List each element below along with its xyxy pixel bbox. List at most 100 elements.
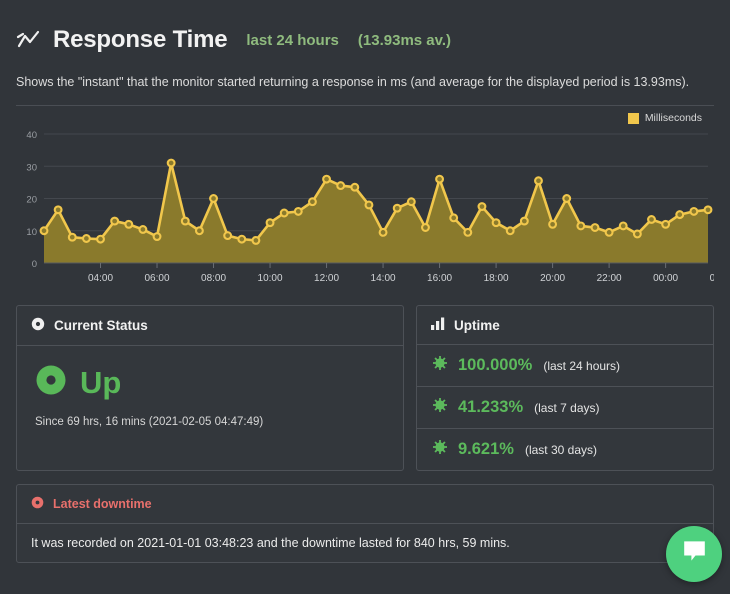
- line-chart-icon: [16, 27, 42, 53]
- chart-data-point[interactable]: [406, 197, 416, 207]
- y-axis-tick-label: 20: [26, 195, 37, 206]
- chart-data-point[interactable]: [265, 218, 275, 228]
- page-description: Shows the "instant" that the monitor sta…: [16, 75, 690, 89]
- uptime-period: (last 24 hours): [543, 358, 621, 373]
- chart-data-point[interactable]: [223, 231, 233, 241]
- status-up-icon: [35, 364, 67, 401]
- uptime-period: (last 30 days): [524, 442, 597, 457]
- y-axis-tick-label: 0: [32, 259, 37, 270]
- chart-data-point[interactable]: [166, 158, 176, 168]
- chart-data-point[interactable]: [39, 226, 49, 236]
- record-circle-icon: [31, 317, 45, 334]
- uptime-panel: Uptime 100.000% (last 24 hours) 41.233% …: [416, 305, 714, 472]
- uptime-header: Uptime: [417, 306, 713, 346]
- x-axis-tick-label: 08:00: [201, 273, 226, 284]
- chart-data-point[interactable]: [661, 220, 671, 230]
- chart-data-point[interactable]: [293, 207, 303, 217]
- chart-data-point[interactable]: [96, 234, 105, 244]
- burst-icon: [433, 398, 447, 417]
- burst-icon: [433, 440, 447, 459]
- status-since: Since 69 hrs, 16 mins (2021-02-05 04:47:…: [35, 416, 264, 429]
- chart-data-point[interactable]: [604, 228, 614, 238]
- chart-data-point[interactable]: [491, 218, 501, 228]
- current-status-body: Up Since 69 hrs, 16 mins (2021-02-05 04:…: [17, 346, 403, 444]
- current-status-header: Current Status: [17, 306, 403, 347]
- chart-data-point[interactable]: [194, 226, 204, 236]
- chart-data-point[interactable]: [463, 228, 473, 238]
- uptime-row: 100.000% (last 24 hours): [417, 345, 713, 388]
- y-axis-tick-label: 40: [26, 130, 37, 141]
- summary-panels: Current Status Up Since 69 hrs, 16 mins …: [16, 305, 714, 472]
- chart-data-point[interactable]: [632, 229, 642, 239]
- chart-data-point[interactable]: [675, 210, 685, 220]
- chart-data-point[interactable]: [435, 174, 445, 184]
- chart-data-point[interactable]: [237, 234, 247, 244]
- chart-data-point[interactable]: [251, 236, 261, 246]
- uptime-percent: 41.233%: [458, 398, 524, 417]
- burst-icon: [433, 356, 447, 375]
- status-value: Up: [80, 365, 122, 401]
- chart-legend: Milliseconds: [16, 106, 714, 126]
- x-axis-tick-label: 00:00: [653, 273, 678, 284]
- chart-data-point[interactable]: [548, 220, 558, 230]
- x-axis-tick-label: 12:00: [314, 273, 339, 284]
- uptime-row: 41.233% (last 7 days): [417, 387, 713, 430]
- uptime-period: (last 7 days): [534, 400, 600, 415]
- x-axis-tick-label: 18:00: [484, 273, 509, 284]
- chat-bubble-icon: [681, 538, 708, 570]
- x-axis-tick-label: 14:00: [371, 273, 396, 284]
- chart-data-point[interactable]: [124, 220, 134, 230]
- chart-data-point[interactable]: [534, 176, 543, 186]
- chart-data-point[interactable]: [576, 221, 586, 231]
- x-axis-tick-label: 02:00: [710, 273, 714, 284]
- chart-data-point[interactable]: [307, 197, 317, 207]
- chart-data-point[interactable]: [505, 226, 515, 236]
- chart-data-point[interactable]: [378, 228, 388, 238]
- x-axis-tick-label: 20:00: [540, 273, 565, 284]
- chart-data-point[interactable]: [138, 225, 148, 235]
- uptime-title: Uptime: [454, 317, 500, 333]
- chart-data-point[interactable]: [590, 223, 600, 233]
- chart-data-point[interactable]: [322, 174, 331, 184]
- legend-label-milliseconds: Milliseconds: [644, 112, 702, 125]
- latest-downtime-title: Latest downtime: [53, 497, 152, 512]
- chart-plot: 0 10 20 30 40 04:00 06:00 08:00 10:00 12:00 14:00 1…: [26, 130, 714, 284]
- chart-canvas[interactable]: 0 10 20 30 40 04:00 06:00 08:00 10:00 12:00 14:00 1…: [16, 126, 714, 291]
- chart-data-point[interactable]: [421, 223, 430, 233]
- chart-data-point[interactable]: [618, 221, 628, 231]
- x-axis-tick-label: 10:00: [258, 273, 283, 284]
- uptime-percent: 100.000%: [458, 356, 533, 375]
- chart-data-point[interactable]: [67, 232, 77, 242]
- chart-data-point[interactable]: [209, 194, 218, 204]
- chart-data-point[interactable]: [336, 181, 346, 191]
- chart-data-point[interactable]: [81, 234, 91, 244]
- uptime-percent: 9.621%: [458, 440, 514, 459]
- chart-data-point[interactable]: [180, 216, 190, 226]
- uptime-row: 9.621% (last 30 days): [417, 429, 713, 470]
- chart-data-point[interactable]: [110, 216, 120, 226]
- chart-data-point[interactable]: [519, 216, 529, 226]
- chart-data-point[interactable]: [449, 213, 459, 223]
- chart-data-point[interactable]: [350, 183, 360, 192]
- response-time-chart: Milliseconds 0 10 20 30 40 04:00 06:00 08:00 10:…: [16, 105, 714, 291]
- x-axis-tick-label: 04:00: [88, 273, 113, 284]
- header-period: last 24 hours: [246, 31, 339, 49]
- chart-area-fill: [44, 163, 708, 264]
- legend-swatch-milliseconds: [627, 112, 639, 124]
- chart-data-point[interactable]: [647, 215, 656, 225]
- chart-data-point[interactable]: [392, 203, 402, 213]
- chart-data-point[interactable]: [689, 207, 699, 217]
- page-header: Response Time last 24 hours (13.93ms av.…: [16, 0, 714, 54]
- current-status-title: Current Status: [54, 318, 148, 334]
- y-axis-tick-label: 30: [26, 163, 37, 174]
- chart-data-point[interactable]: [364, 200, 374, 210]
- chat-widget-button[interactable]: [666, 526, 722, 582]
- chart-data-point[interactable]: [279, 208, 289, 218]
- chart-data-point[interactable]: [53, 205, 63, 215]
- x-axis-tick-label: 22:00: [597, 273, 622, 284]
- chart-data-point[interactable]: [477, 202, 487, 212]
- chart-data-point[interactable]: [703, 205, 713, 215]
- chart-data-point[interactable]: [562, 194, 572, 204]
- y-axis-tick-label: 10: [26, 227, 37, 238]
- chart-data-point[interactable]: [152, 232, 162, 242]
